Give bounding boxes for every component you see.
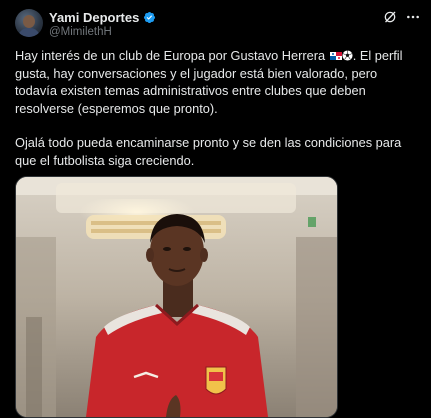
verified-badge-icon	[144, 11, 156, 24]
more-icon[interactable]	[405, 9, 421, 25]
tweet-photo[interactable]	[15, 176, 338, 418]
tweet-text: Hay interés de un club de Europa por Gus…	[15, 47, 419, 169]
avatar[interactable]	[15, 9, 43, 37]
display-name[interactable]: Yami Deportes	[49, 10, 139, 25]
avatar-shirt	[18, 28, 40, 37]
tweet: Yami Deportes @MimilethH Hay interés de …	[0, 0, 431, 418]
panama-flag-icon	[329, 52, 342, 60]
avatar-face	[23, 15, 35, 28]
tweet-paragraph-2: Ojalá todo pueda encaminarse pronto y se…	[15, 135, 402, 168]
grok-icon[interactable]	[383, 10, 397, 24]
handle[interactable]: @MimilethH	[49, 26, 112, 38]
player-photo	[16, 177, 337, 417]
soccer-ball-icon	[342, 50, 353, 61]
name-row: Yami Deportes	[49, 10, 156, 25]
tweet-paragraph-1-start: Hay interés de un club de Europa por Gus…	[15, 48, 329, 63]
tweet-paragraph-1: Hay interés de un club de Europa por Gus…	[15, 47, 419, 117]
